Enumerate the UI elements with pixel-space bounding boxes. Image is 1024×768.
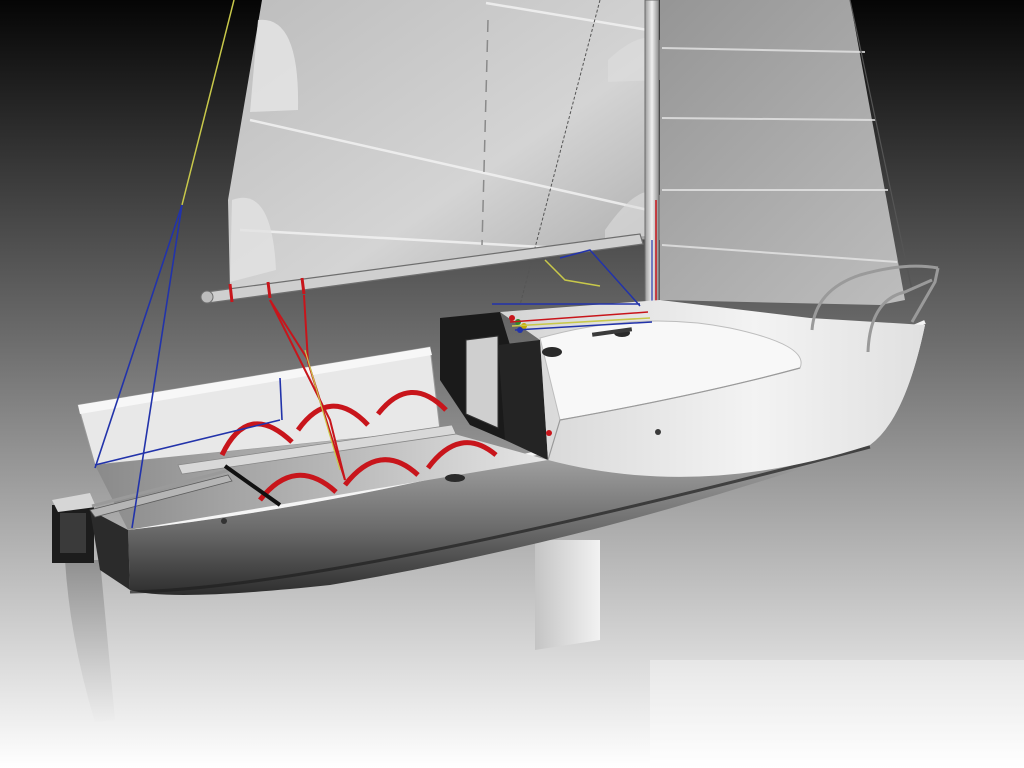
boat-render-scene: [0, 0, 1024, 768]
boom-end-cap: [200, 290, 214, 304]
ground-glare: [650, 660, 1024, 768]
deck-fitting-red: [546, 430, 552, 436]
companionway-hatch: [465, 335, 499, 429]
cleat-cockpit: [445, 474, 465, 482]
stanchion-base: [655, 429, 661, 435]
keel-fin: [535, 540, 600, 650]
winch-left: [542, 347, 562, 357]
boat-render-svg: [0, 0, 1024, 768]
cockpit-cleat-left: [221, 518, 227, 524]
rudder-head-inner: [60, 513, 86, 553]
